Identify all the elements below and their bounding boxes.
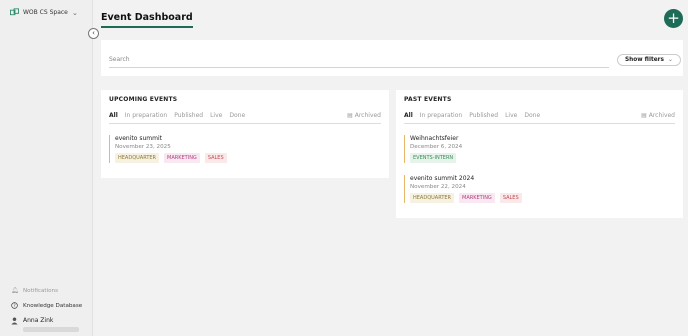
tag-sales: SALES: [204, 153, 227, 163]
event-date: November 23, 2025: [115, 144, 171, 150]
archive-icon: ▤: [347, 112, 353, 119]
chevron-down-icon[interactable]: ⌄: [72, 9, 78, 17]
tab-in-preparation[interactable]: In preparation: [125, 112, 167, 123]
event-title: evenito summit 2024: [410, 175, 475, 182]
chevron-left-icon: ‹: [92, 29, 95, 37]
tag-marketing: MARKETING: [164, 153, 200, 163]
question-circle-icon: ?: [11, 302, 18, 309]
show-filters-button[interactable]: Show filters ⌄: [617, 54, 681, 66]
search-card: Show filters ⌄: [101, 40, 683, 76]
user-email-redacted: [23, 327, 79, 332]
event-item[interactable]: Weihnachtsfeier December 6, 2024 EVENTS-…: [404, 135, 462, 163]
tab-all[interactable]: All: [404, 112, 413, 123]
past-events-card: PAST EVENTS All In preparation Published…: [396, 90, 683, 218]
tab-published[interactable]: Published: [469, 112, 498, 123]
upcoming-events-card: UPCOMING EVENTS All In preparation Publi…: [101, 90, 389, 178]
event-tags: HEADQUARTER MARKETING SALES: [410, 193, 522, 203]
event-title: evenito summit: [115, 135, 162, 142]
collapse-sidebar-button[interactable]: ‹: [88, 28, 99, 39]
show-filters-label: Show filters: [625, 57, 664, 63]
tag-headquarter: HEADQUARTER: [115, 153, 160, 163]
event-tags: HEADQUARTER MARKETING SALES: [115, 153, 227, 163]
tab-done[interactable]: Done: [524, 112, 540, 123]
page-title: Event Dashboard: [101, 12, 193, 28]
sidebar-item-notifications[interactable]: 🔔︎ Notifications: [11, 287, 58, 294]
tab-in-preparation[interactable]: In preparation: [420, 112, 462, 123]
tag-headquarter: HEADQUARTER: [410, 193, 455, 203]
plus-icon: +: [667, 9, 680, 27]
bell-icon: 🔔︎: [11, 287, 19, 294]
archived-toggle[interactable]: ▤ Archived: [347, 112, 381, 119]
chevron-down-icon: ⌄: [667, 57, 673, 63]
event-title: Weihnachtsfeier: [410, 135, 459, 142]
workspace-switcher[interactable]: WOB CS Space: [10, 8, 68, 16]
archived-label: Archived: [354, 112, 381, 119]
tab-live[interactable]: Live: [505, 112, 517, 123]
sidebar: WOB CS Space ⌄ 🔔︎ Notifications ? Knowle…: [0, 0, 93, 336]
workspace-name: WOB CS Space: [23, 8, 68, 16]
tab-published[interactable]: Published: [174, 112, 203, 123]
search-input[interactable]: [109, 54, 609, 68]
event-date: November 22, 2024: [410, 184, 466, 190]
event-item[interactable]: evenito summit November 23, 2025 HEADQUA…: [109, 135, 227, 163]
card-title: UPCOMING EVENTS: [109, 96, 178, 103]
user-name: Anna Zink: [23, 317, 54, 324]
sidebar-item-knowledge-database[interactable]: ? Knowledge Database: [11, 302, 82, 309]
user-icon: [11, 317, 18, 327]
tag-sales: SALES: [499, 193, 522, 203]
add-event-button[interactable]: +: [664, 9, 683, 28]
archived-label: Archived: [648, 112, 675, 119]
event-tags: EVENTS-INTERN: [410, 153, 462, 163]
workspace-icon: [10, 8, 19, 16]
archive-icon: ▤: [641, 112, 647, 119]
tab-done[interactable]: Done: [229, 112, 245, 123]
sidebar-item-label: Notifications: [23, 287, 59, 294]
sidebar-item-label: Knowledge Database: [23, 302, 83, 309]
user-profile[interactable]: Anna Zink: [11, 317, 79, 332]
tab-live[interactable]: Live: [210, 112, 222, 123]
tag-marketing: MARKETING: [459, 193, 495, 203]
tab-all[interactable]: All: [109, 112, 118, 123]
status-tabs: All In preparation Published Live Done ▤…: [404, 112, 675, 124]
event-item[interactable]: evenito summit 2024 November 22, 2024 HE…: [404, 175, 522, 203]
card-title: PAST EVENTS: [404, 96, 452, 103]
main-content: Event Dashboard + Show filters ⌄ UPCOMIN…: [93, 0, 688, 336]
tag-events-intern: EVENTS-INTERN: [410, 153, 457, 163]
status-tabs: All In preparation Published Live Done ▤…: [109, 112, 381, 124]
event-date: December 6, 2024: [410, 144, 463, 150]
archived-toggle[interactable]: ▤ Archived: [641, 112, 675, 119]
